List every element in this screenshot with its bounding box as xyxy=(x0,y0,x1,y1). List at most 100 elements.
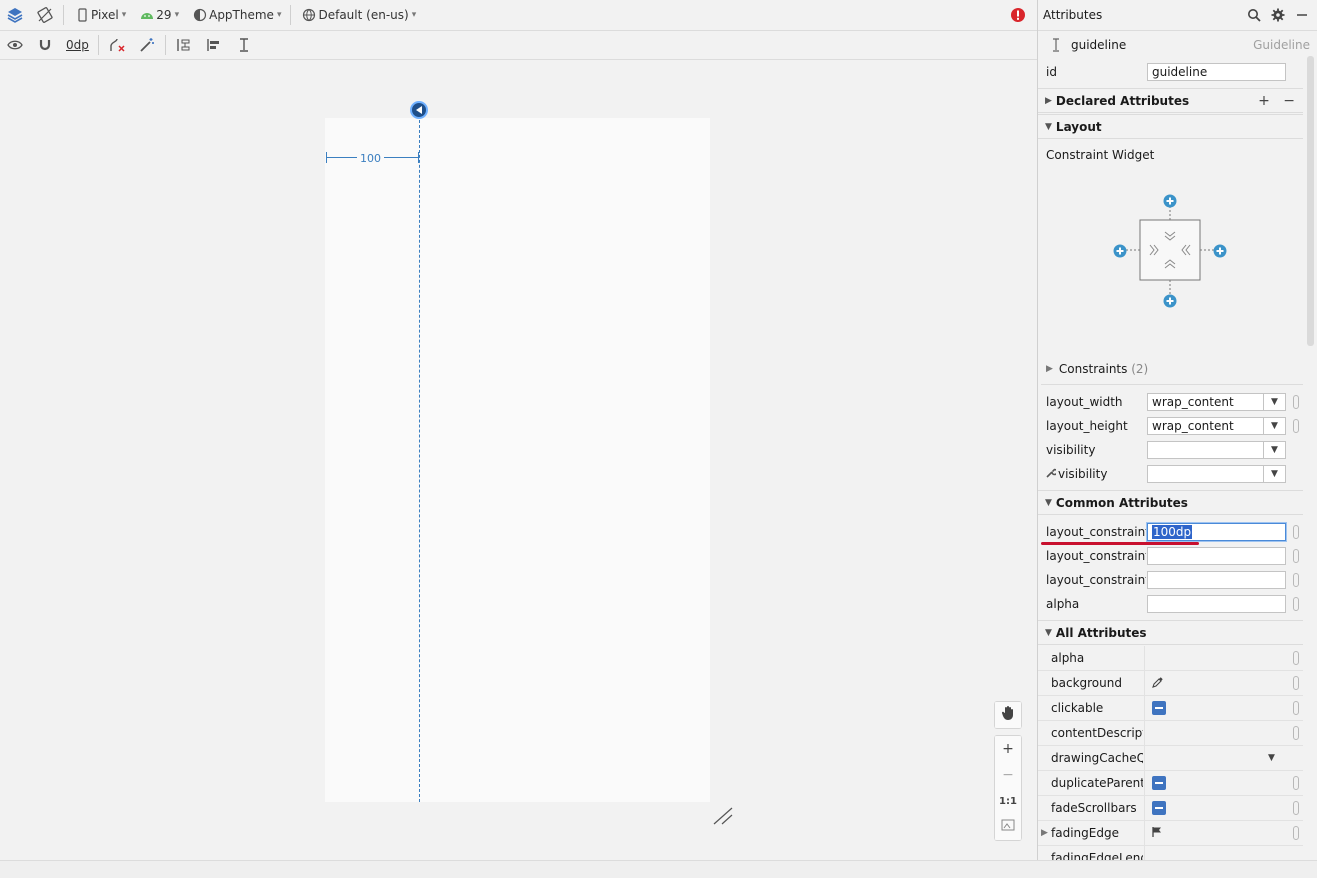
dropdown-arrow-icon[interactable]: ▼ xyxy=(1268,753,1275,763)
guide-begin-field[interactable]: 100dp xyxy=(1147,523,1286,541)
clickable-checkbox[interactable] xyxy=(1152,701,1166,715)
common-attributes-section[interactable]: ▼ Common Attributes xyxy=(1038,490,1303,515)
device-preview[interactable] xyxy=(325,118,710,802)
dimension-tick xyxy=(418,152,419,163)
field-selected-value: 100dp xyxy=(1152,525,1193,539)
eyedropper-icon[interactable] xyxy=(1152,676,1164,691)
layout-height-dropdown[interactable]: wrap_content ▼ xyxy=(1147,417,1286,435)
reference-toggle[interactable] xyxy=(1293,573,1299,587)
api-selector[interactable]: 29 ▾ xyxy=(134,3,183,27)
layout-width-dropdown[interactable]: wrap_content ▼ xyxy=(1147,393,1286,411)
add-bottom-constraint-icon[interactable] xyxy=(1163,294,1177,311)
error-indicator[interactable] xyxy=(1005,3,1031,27)
attr-row[interactable]: alpha xyxy=(1038,646,1303,671)
attr-row[interactable]: duplicateParentS... xyxy=(1038,771,1303,796)
all-attributes-section[interactable]: ▼ All Attributes xyxy=(1038,620,1303,645)
reference-toggle[interactable] xyxy=(1293,776,1299,790)
device-selector[interactable]: Pixel ▾ xyxy=(69,3,130,27)
tools-visibility-dropdown[interactable]: ▼ xyxy=(1147,465,1286,483)
gear-icon[interactable] xyxy=(1269,6,1287,24)
autoconnect-button[interactable] xyxy=(32,33,58,57)
attr-label: clickable xyxy=(1051,701,1104,715)
tools-visibility-text: visibility xyxy=(1058,467,1108,481)
chevron-down-icon: ▾ xyxy=(411,10,417,20)
chevron-down-icon: ▾ xyxy=(121,10,127,20)
triangle-down-icon: ▼ xyxy=(1045,121,1052,132)
guide-end-field[interactable] xyxy=(1147,547,1286,565)
locale-selector[interactable]: Default (en-us) ▾ xyxy=(296,3,420,27)
attr-row[interactable]: ▶ fadingEdge xyxy=(1038,821,1303,846)
eye-icon xyxy=(6,36,24,54)
attr-row[interactable]: fadeScrollbars xyxy=(1038,796,1303,821)
clear-constraints-button[interactable] xyxy=(104,33,130,57)
reference-toggle[interactable] xyxy=(1293,597,1299,611)
constraints-count: (2) xyxy=(1131,362,1149,376)
guideline-line[interactable] xyxy=(419,110,420,802)
zoom-actual-button[interactable]: 1:1 xyxy=(994,788,1022,814)
design-toolbar: Pixel ▾ 29 ▾ AppTheme ▾ Default (en-us) … xyxy=(0,0,1037,31)
reference-toggle[interactable] xyxy=(1293,651,1299,665)
add-right-constraint-icon[interactable] xyxy=(1213,244,1227,261)
orientation-button[interactable] xyxy=(32,3,58,27)
pan-button[interactable] xyxy=(994,702,1022,728)
dimension-tick xyxy=(326,152,327,163)
pan-group xyxy=(994,701,1022,729)
constraints-toggle[interactable]: ▶ Constraints (2) xyxy=(1046,362,1148,376)
dropdown-value: wrap_content xyxy=(1152,395,1234,409)
reference-toggle[interactable] xyxy=(1293,801,1299,815)
reference-toggle[interactable] xyxy=(1293,726,1299,740)
layout-height-row: layout_height wrap_content ▼ xyxy=(1038,414,1303,438)
theme-selector[interactable]: AppTheme ▾ xyxy=(187,3,285,27)
tools-visibility-row: visibility ▼ xyxy=(1038,462,1303,486)
reference-toggle[interactable] xyxy=(1293,549,1299,563)
design-canvas[interactable]: 100 + − 1:1 xyxy=(0,60,1037,860)
default-margin-selector[interactable]: 0dp xyxy=(62,33,93,57)
declared-attributes-section[interactable]: ▶ Declared Attributes + − xyxy=(1038,88,1303,113)
attr-row[interactable]: background xyxy=(1038,671,1303,696)
reference-toggle[interactable] xyxy=(1293,419,1299,433)
toolbar-separator xyxy=(164,35,166,55)
layout-section[interactable]: ▼ Layout xyxy=(1038,114,1303,139)
triangle-right-icon[interactable]: ▶ xyxy=(1041,828,1048,838)
zoom-in-button[interactable]: + xyxy=(994,736,1022,762)
fade-scrollbars-checkbox[interactable] xyxy=(1152,801,1166,815)
zoom-out-button[interactable]: − xyxy=(994,762,1022,788)
attr-row[interactable]: drawingCacheQ... ▼ xyxy=(1038,746,1303,771)
reference-toggle[interactable] xyxy=(1293,525,1299,539)
remove-icon[interactable]: − xyxy=(1283,93,1295,109)
reference-toggle[interactable] xyxy=(1293,676,1299,690)
minimize-icon[interactable] xyxy=(1293,6,1311,24)
panel-scrollbar[interactable] xyxy=(1307,56,1314,346)
panel-title: Attributes xyxy=(1043,8,1103,22)
reference-toggle[interactable] xyxy=(1293,701,1299,715)
alpha-field[interactable] xyxy=(1147,595,1286,613)
duplicate-parent-state-checkbox[interactable] xyxy=(1152,776,1166,790)
attr-label: contentDescripti... xyxy=(1051,726,1143,740)
constraint-widget[interactable] xyxy=(1110,190,1230,310)
pack-button[interactable] xyxy=(171,33,197,57)
infer-constraints-button[interactable] xyxy=(134,33,160,57)
flag-icon[interactable] xyxy=(1152,826,1162,841)
id-field[interactable]: guideline xyxy=(1147,63,1286,81)
reference-toggle[interactable] xyxy=(1293,395,1299,409)
zoom-fit-button[interactable] xyxy=(994,814,1022,840)
attr-row[interactable]: fadingEdgeLeng... xyxy=(1038,846,1303,860)
theme-icon xyxy=(191,6,209,24)
view-options-button[interactable] xyxy=(2,33,28,57)
add-top-constraint-icon[interactable] xyxy=(1163,194,1177,211)
guide-percent-field[interactable] xyxy=(1147,571,1286,589)
highlight-underline xyxy=(1041,542,1199,545)
guidelines-button[interactable] xyxy=(231,33,257,57)
resize-handle-icon[interactable] xyxy=(712,806,734,826)
add-icon[interactable]: + xyxy=(1258,93,1270,109)
globe-icon xyxy=(300,6,318,24)
attr-row[interactable]: contentDescripti... xyxy=(1038,721,1303,746)
add-left-constraint-icon[interactable] xyxy=(1113,244,1127,261)
search-icon[interactable] xyxy=(1245,6,1263,24)
guideline-handle[interactable] xyxy=(410,101,428,119)
reference-toggle[interactable] xyxy=(1293,826,1299,840)
align-button[interactable] xyxy=(201,33,227,57)
attr-row[interactable]: clickable xyxy=(1038,696,1303,721)
layers-button[interactable] xyxy=(2,3,28,27)
visibility-dropdown[interactable]: ▼ xyxy=(1147,441,1286,459)
